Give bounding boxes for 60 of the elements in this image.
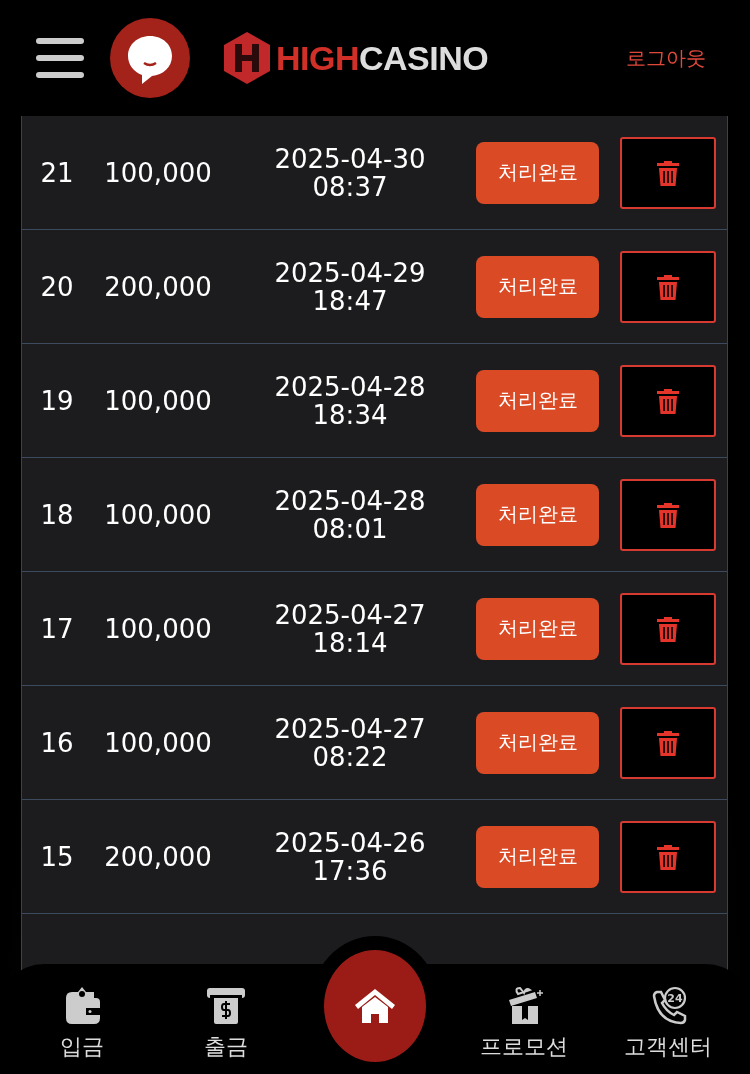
date-text: 2025-04-28 bbox=[274, 486, 426, 515]
trash-icon bbox=[656, 273, 680, 300]
trash-icon bbox=[656, 729, 680, 756]
trash-icon bbox=[656, 501, 680, 528]
logo-icon bbox=[224, 32, 270, 84]
amount-cell-text: 100,000 bbox=[103, 499, 213, 530]
delete-button[interactable] bbox=[620, 820, 716, 893]
trash-icon bbox=[656, 387, 680, 414]
trash-icon bbox=[656, 159, 680, 186]
time-text: 08:01 bbox=[312, 514, 388, 543]
status-button[interactable]: 처리완료 bbox=[476, 711, 599, 774]
status-button[interactable]: 처리완료 bbox=[476, 141, 599, 204]
logo-text: HIGHCASINO bbox=[276, 38, 489, 78]
status-button[interactable]: 처리완료 bbox=[476, 255, 599, 318]
date-text: 2025-04-27 bbox=[274, 600, 426, 629]
date-text: 2025-04-29 bbox=[274, 258, 426, 287]
row-number: 15 bbox=[39, 841, 75, 872]
status-button[interactable]: 처리완료 bbox=[476, 597, 599, 660]
row-number: 20 bbox=[39, 271, 75, 302]
cash-machine-icon bbox=[206, 986, 246, 1026]
row-number: 16 bbox=[39, 727, 75, 758]
nav-item[interactable]: 출금 bbox=[166, 986, 286, 1062]
chat-icon[interactable] bbox=[110, 18, 190, 98]
status-button[interactable]: 처리완료 bbox=[476, 483, 599, 546]
row-number: 18 bbox=[39, 499, 75, 530]
nav-item[interactable]: 입금 bbox=[22, 986, 142, 1062]
logout-link[interactable]: 로그아웃 bbox=[626, 44, 706, 72]
date-text: 2025-04-30 bbox=[274, 144, 426, 173]
nav-item[interactable]: 24 고객센터 bbox=[608, 986, 728, 1062]
delete-button[interactable] bbox=[620, 706, 716, 779]
nav-item[interactable]: 프로모션 bbox=[464, 986, 584, 1062]
amount-cell-text: 100,000 bbox=[103, 385, 213, 416]
time-text: 18:14 bbox=[312, 628, 388, 657]
amount-cell-text: 100,000 bbox=[103, 727, 213, 758]
delete-button[interactable] bbox=[620, 478, 716, 551]
menu-icon[interactable] bbox=[36, 38, 84, 78]
trash-icon bbox=[656, 615, 680, 642]
time-text: 08:22 bbox=[312, 742, 388, 771]
date-text: 2025-04-26 bbox=[274, 828, 426, 857]
time-text: 08:37 bbox=[312, 172, 388, 201]
status-button[interactable]: 처리완료 bbox=[476, 369, 599, 432]
time-text: 17:36 bbox=[312, 856, 388, 885]
delete-button[interactable] bbox=[620, 250, 716, 323]
amount-cell-text: 100,000 bbox=[103, 613, 213, 644]
amount-cell-text: 100,000 bbox=[103, 157, 213, 188]
delete-button[interactable] bbox=[620, 364, 716, 437]
time-text: 18:47 bbox=[312, 286, 388, 315]
row-number: 19 bbox=[39, 385, 75, 416]
home-icon bbox=[355, 989, 395, 1023]
amount-cell-text: 200,000 bbox=[103, 271, 213, 302]
trash-icon bbox=[656, 843, 680, 870]
delete-button[interactable] bbox=[620, 592, 716, 665]
row-number: 21 bbox=[39, 157, 75, 188]
date-text: 2025-04-28 bbox=[274, 372, 426, 401]
date-text: 2025-04-27 bbox=[274, 714, 426, 743]
delete-button[interactable] bbox=[620, 136, 716, 209]
amount-cell-text: 200,000 bbox=[103, 841, 213, 872]
time-text: 18:34 bbox=[312, 400, 388, 429]
row-number: 17 bbox=[39, 613, 75, 644]
status-button[interactable]: 처리완료 bbox=[476, 825, 599, 888]
